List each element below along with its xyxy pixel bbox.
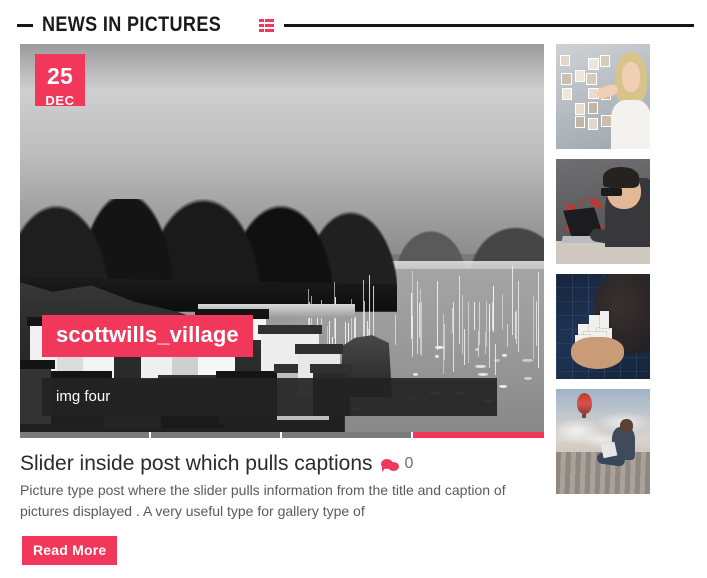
date-day: 25 [47, 63, 73, 89]
header-dash-decoration [17, 23, 33, 27]
slide-title: scottwills_village [42, 315, 253, 357]
grid-list-icon[interactable] [259, 18, 275, 32]
post-title-text: Slider inside post which pulls captions [20, 452, 373, 475]
read-more-button[interactable]: Read More [22, 536, 118, 565]
comment-bubble-icon[interactable] [380, 458, 400, 473]
news-in-pictures-widget: NEWS IN PICTURES 25 DEC scottwills_villa… [0, 0, 707, 578]
pagination-segment-1[interactable] [20, 432, 151, 438]
post-title[interactable]: Slider inside post which pulls captions … [20, 452, 413, 476]
section-header: NEWS IN PICTURES [0, 8, 707, 42]
pagination-segment-2[interactable] [151, 432, 282, 438]
post-excerpt: Picture type post where the slider pulls… [20, 482, 506, 519]
slide-image [20, 44, 544, 432]
featured-slider[interactable]: 25 DEC scottwills_village img four [20, 44, 544, 432]
page-title: NEWS IN PICTURES [42, 13, 222, 36]
comment-count: 0 [404, 455, 414, 472]
thumbnail-rail [556, 44, 650, 504]
pagination-segment-4[interactable] [413, 432, 544, 438]
pagination-segment-3[interactable] [282, 432, 413, 438]
slide-caption: img four [42, 378, 497, 416]
header-rule-decoration [284, 23, 694, 27]
widget-content: 25 DEC scottwills_village img four Slide… [0, 44, 707, 578]
thumbnail-item-3[interactable] [556, 274, 650, 379]
thumbnail-item-2[interactable] [556, 159, 650, 264]
thumbnail-item-4[interactable] [556, 389, 650, 494]
slider-pagination[interactable] [20, 432, 544, 438]
date-month: DEC [45, 93, 75, 108]
date-badge: 25 DEC [35, 54, 85, 108]
thumbnail-item-1[interactable] [556, 44, 650, 149]
